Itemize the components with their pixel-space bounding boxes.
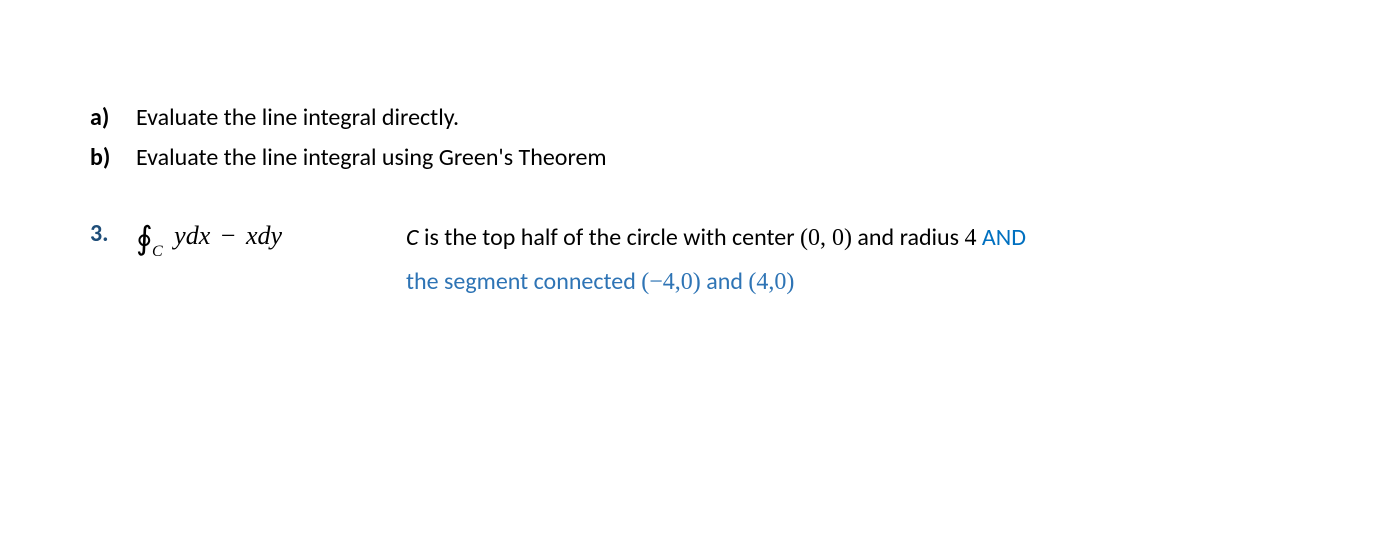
line1-part2: and radius: [852, 223, 964, 252]
problem-3: 3. ∮ C ydx − xdy C is the top half of th…: [90, 216, 1300, 304]
problem-number: 3.: [90, 216, 136, 304]
item-a: a) Evaluate the line integral directly.: [90, 100, 1300, 136]
line2-pre: the segment connected: [406, 267, 641, 296]
minus-sign: −: [221, 221, 236, 250]
point2: (4,0): [748, 269, 794, 295]
integral-column: ∮ C ydx − xdy: [136, 216, 406, 304]
integral-subscript: C: [152, 244, 163, 260]
item-a-marker: a): [90, 100, 136, 136]
line2-mid: and: [701, 267, 749, 296]
integral-term1: ydx: [174, 221, 210, 250]
item-a-text: Evaluate the line integral directly.: [136, 100, 1300, 136]
item-b-marker: b): [90, 140, 136, 176]
description-line2: the segment connected (−4,0) and (4,0): [406, 260, 1300, 304]
integral-expression: ∮ C ydx − xdy: [136, 216, 282, 255]
center-point: (0, 0): [800, 225, 852, 251]
oint-glyph: ∮: [136, 220, 153, 256]
radius-value: 4: [964, 225, 976, 251]
description-column: C is the top half of the circle with cen…: [406, 216, 1300, 304]
description-line1: C is the top half of the circle with cen…: [406, 216, 1300, 260]
point1: (−4,0): [641, 269, 701, 295]
c-variable: C: [406, 223, 419, 252]
item-b: b) Evaluate the line integral using Gree…: [90, 140, 1300, 176]
integral-term2: xdy: [246, 221, 282, 250]
item-b-text: Evaluate the line integral using Green's…: [136, 140, 1300, 176]
and-text: AND: [976, 223, 1026, 252]
contour-integral-symbol: ∮ C: [136, 222, 153, 254]
line1-part1: is the top half of the circle with cente…: [419, 223, 800, 252]
